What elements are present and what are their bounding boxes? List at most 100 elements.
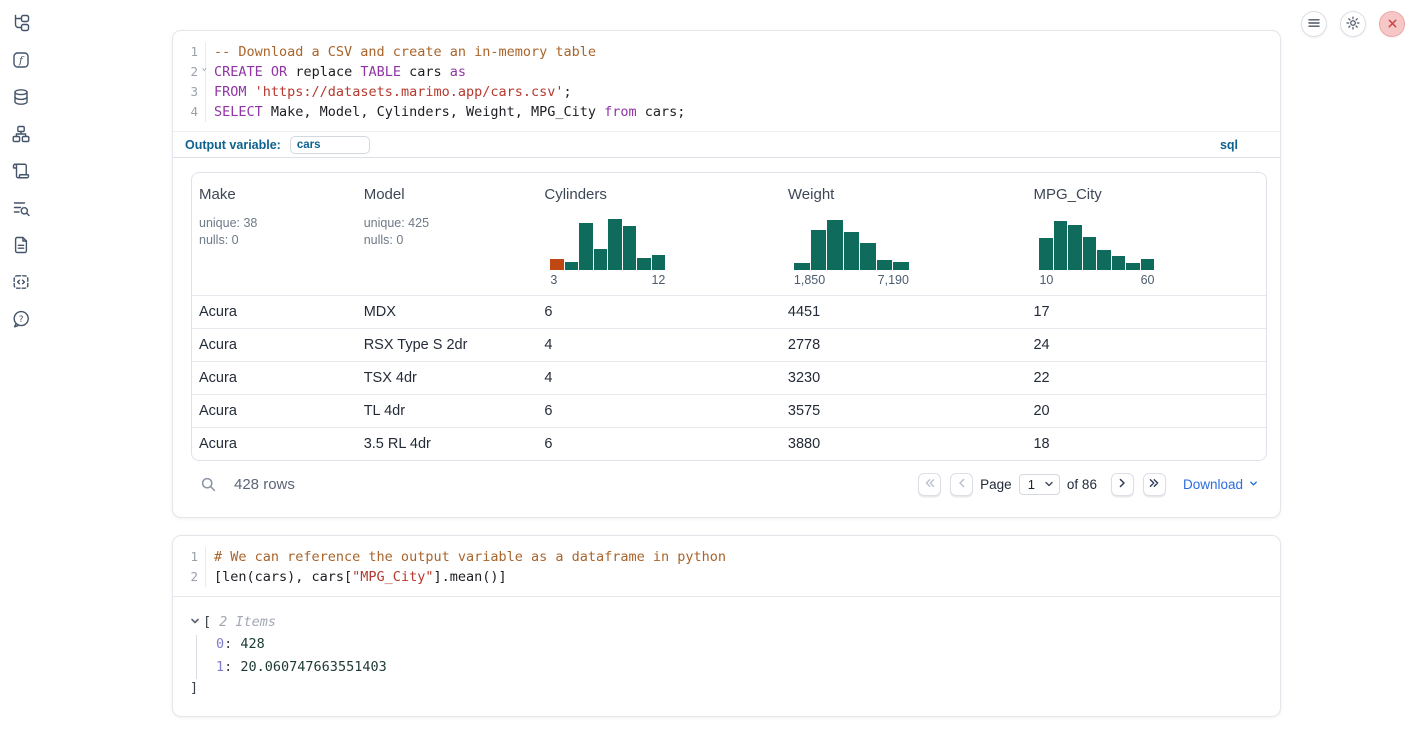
table-row[interactable]: AcuraTL 4dr6357520 [192, 394, 1266, 427]
python-editor[interactable]: 1 # We can reference the output variable … [173, 536, 1280, 596]
page-label: Page [980, 477, 1012, 492]
column-header-model[interactable]: Modelunique: 425nulls: 0 [357, 173, 538, 295]
column-header-cylinders[interactable]: Cylinders312 [537, 173, 781, 295]
table-row[interactable]: AcuraMDX6445117 [192, 295, 1266, 328]
histogram-bar [550, 259, 564, 270]
histogram-bar [1097, 250, 1111, 270]
histogram-bar [1083, 237, 1097, 270]
code-token: CREATE [214, 64, 263, 80]
line-number: 1 [173, 547, 206, 567]
code-line[interactable]: 3FROM 'https://datasets.marimo.app/cars.… [173, 82, 1280, 102]
table-row[interactable]: AcuraRSX Type S 2dr4277824 [192, 328, 1266, 361]
sidebar-button-network[interactable] [12, 126, 30, 144]
sidebar-button-scroll[interactable] [12, 163, 30, 181]
document-icon [12, 236, 30, 257]
sidebar-button-help[interactable]: ? [12, 311, 30, 329]
table-row[interactable]: AcuraTSX 4dr4323022 [192, 361, 1266, 394]
line-number: 4 [173, 102, 206, 122]
code-line[interactable]: 2⌄CREATE OR replace TABLE cars as [173, 62, 1280, 82]
table-cell: TSX 4dr [357, 370, 538, 386]
column-header-weight[interactable]: Weight1,8507,190 [781, 173, 1027, 295]
histogram-bar [565, 262, 579, 270]
table-header: Makeunique: 38nulls: 0Modelunique: 425nu… [192, 173, 1266, 295]
page-total-label: of 86 [1067, 477, 1097, 492]
histogram[interactable] [1039, 218, 1154, 270]
histogram-bar [652, 255, 666, 270]
fold-chevron-icon[interactable]: ⌄ [202, 64, 207, 73]
tree-root: [ 2 Items [190, 611, 1280, 633]
tree-open-bracket: [ [203, 614, 211, 630]
sidebar-button-log-search[interactable] [12, 200, 30, 218]
histogram-bar [827, 220, 843, 270]
tree-close-bracket: ] [190, 678, 1280, 698]
close-button[interactable] [1379, 11, 1405, 37]
table-cell: 24 [1026, 337, 1266, 353]
table-cell: 3575 [781, 403, 1027, 419]
sql-editor[interactable]: 1-- Download a CSV and create an in-memo… [173, 31, 1280, 131]
download-button[interactable]: Download [1183, 477, 1259, 492]
svg-text:?: ? [19, 314, 24, 324]
code-token: "MPG_City" [352, 569, 433, 585]
output-variable-input[interactable] [290, 136, 370, 154]
line-number: 1 [173, 42, 206, 62]
table-cell: TL 4dr [357, 403, 538, 419]
last-page-button[interactable] [1143, 473, 1166, 496]
data-table: Makeunique: 38nulls: 0Modelunique: 425nu… [191, 172, 1267, 461]
tree-items: 0: 4281: 20.060747663551403 [190, 633, 1280, 678]
language-badge: sql [1220, 138, 1238, 152]
histogram-axis-labels: 1,8507,190 [794, 273, 909, 287]
row-count: 428 rows [234, 476, 295, 493]
sidebar-button-file-tree[interactable] [12, 15, 30, 33]
code-line[interactable]: 4SELECT Make, Model, Cylinders, Weight, … [173, 102, 1280, 122]
first-page-button[interactable] [918, 473, 941, 496]
line-number: 2⌄ [173, 62, 206, 82]
code-token: ; [564, 84, 572, 100]
code-token: TABLE [360, 64, 401, 80]
code-line[interactable]: 1 # We can reference the output variable … [173, 547, 1280, 567]
histogram-bar [637, 258, 651, 270]
python-output-tree: [ 2 Items 0: 4281: 20.060747663551403 ] [173, 597, 1280, 716]
tree-value: 20.060747663551403 [240, 659, 386, 675]
search-icon [200, 481, 217, 496]
sidebar-button-document[interactable] [12, 237, 30, 255]
histogram-min-label: 3 [550, 273, 557, 287]
code-token: # We can reference the output variable a… [214, 549, 726, 565]
table-cell: Acura [192, 436, 357, 452]
settings-button[interactable] [1340, 11, 1366, 37]
function-square-icon: f [12, 51, 30, 72]
code-line[interactable]: 1-- Download a CSV and create an in-memo… [173, 42, 1280, 62]
code-text: -- Download a CSV and create an in-memor… [206, 42, 596, 62]
table-row[interactable]: Acura3.5 RL 4dr6388018 [192, 427, 1266, 460]
column-stat-line: unique: 425 [364, 215, 538, 232]
page-select[interactable]: 1 [1019, 474, 1060, 495]
code-line[interactable]: 2[len(cars), cars["MPG_City"].mean()] [173, 567, 1280, 587]
tree-key: 1 [216, 659, 224, 675]
column-header-make[interactable]: Makeunique: 38nulls: 0 [192, 173, 357, 295]
search-button[interactable] [199, 476, 217, 494]
histogram-bar [844, 232, 860, 270]
hamburger-icon [1307, 16, 1321, 33]
sidebar-button-snippets[interactable] [12, 274, 30, 292]
collapse-button[interactable] [190, 615, 203, 630]
histogram-bar [1054, 221, 1068, 270]
sidebar-button-database[interactable] [12, 89, 30, 107]
column-title: MPG_City [1033, 186, 1266, 203]
previous-page-button[interactable] [950, 473, 973, 496]
code-token: OR [271, 64, 287, 80]
histogram-bar [794, 263, 810, 270]
network-icon [12, 125, 30, 146]
log-search-icon [12, 199, 30, 220]
histogram[interactable] [550, 218, 665, 270]
code-text: FROM 'https://datasets.marimo.app/cars.c… [206, 82, 572, 102]
code-token: as [450, 64, 466, 80]
line-number: 2 [173, 567, 206, 587]
menu-button[interactable] [1301, 11, 1327, 37]
histogram[interactable] [794, 218, 909, 270]
code-token: FROM [214, 84, 247, 100]
column-stat-line: nulls: 0 [199, 232, 357, 249]
gear-icon [1346, 16, 1360, 33]
next-page-button[interactable] [1111, 473, 1134, 496]
sidebar-button-function-square[interactable]: f [12, 52, 30, 70]
column-header-mpg_city[interactable]: MPG_City1060 [1026, 173, 1266, 295]
svg-text:f: f [18, 54, 25, 66]
